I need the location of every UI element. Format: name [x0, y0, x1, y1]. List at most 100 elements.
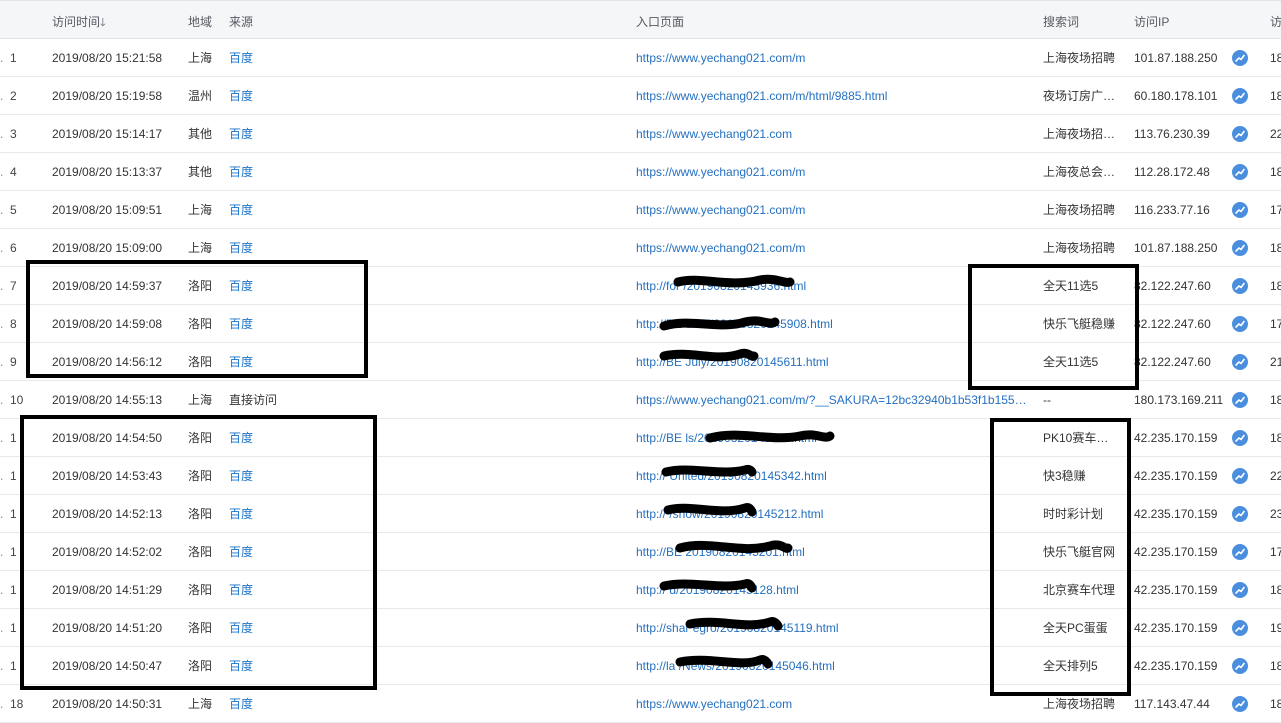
- entry-page-link[interactable]: https://www.yechang021.com/m: [636, 165, 1028, 179]
- trend-chart-icon[interactable]: [1232, 582, 1248, 598]
- visitor-ip: 101.87.188.250: [1134, 51, 1218, 65]
- region: 上海: [188, 51, 213, 65]
- row-edge: .: [0, 127, 4, 141]
- trailing-value: 18: [1270, 279, 1281, 293]
- source-link[interactable]: 百度: [229, 127, 379, 141]
- entry-page-link[interactable]: http://shar egro/20190820145119.html: [636, 621, 1028, 635]
- row-edge: .: [0, 659, 4, 673]
- entry-page-link[interactable]: http://la /News/20190820145046.html: [636, 659, 1028, 673]
- trend-chart-icon[interactable]: [1232, 50, 1248, 66]
- trend-chart-icon[interactable]: [1232, 392, 1248, 408]
- entry-page-link[interactable]: https://www.yechang021.com/m: [636, 241, 1028, 255]
- entry-page-link[interactable]: https://www.yechang021.com/m: [636, 203, 1028, 217]
- source-link: 直接访问: [229, 393, 278, 407]
- sort-down-icon[interactable]: 🡓: [100, 17, 106, 29]
- visitor-ip: 42.235.170.159: [1134, 431, 1218, 445]
- trailing-value: 18: [1270, 165, 1281, 179]
- trend-chart-icon[interactable]: [1232, 506, 1248, 522]
- visitor-ip: 82.122.247.60: [1134, 279, 1211, 293]
- entry-page-link[interactable]: https://www.yechang021.com: [636, 127, 1028, 141]
- source-link[interactable]: 百度: [229, 89, 379, 103]
- trend-line-icon: [1235, 700, 1245, 708]
- search-keyword: 上海夜总会…: [1043, 165, 1116, 179]
- header-last: 访: [1270, 15, 1281, 29]
- trend-chart-icon[interactable]: [1232, 696, 1248, 712]
- trailing-value: 21: [1270, 355, 1281, 369]
- trend-chart-icon[interactable]: [1232, 620, 1248, 636]
- trend-chart-icon[interactable]: [1232, 316, 1248, 332]
- entry-page-link[interactable]: https://www.yechang021.com/m: [636, 51, 1028, 65]
- row-number: 2: [10, 89, 17, 103]
- entry-page-link[interactable]: https://www.yechang021.com/m/html/9885.h…: [636, 89, 1028, 103]
- entry-page-link[interactable]: https://www.yechang021.com: [636, 697, 1028, 711]
- entry-page-link[interactable]: http://BE ls/20190820145449.html: [636, 431, 1028, 445]
- trend-chart-icon[interactable]: [1232, 202, 1248, 218]
- trailing-value: 23: [1270, 507, 1281, 521]
- table-row: . 4 2019/08/20 15:13:37 其他 百度 https://www.yec…: [0, 153, 1281, 191]
- trend-line-icon: [1235, 168, 1245, 176]
- visitor-ip: 180.173.169.211: [1134, 393, 1224, 407]
- trend-line-icon: [1235, 586, 1245, 594]
- header-keyword: 搜索词: [1043, 15, 1080, 29]
- row-number: 5: [10, 203, 17, 217]
- visit-time: 2019/08/20 15:14:17: [52, 127, 163, 141]
- trend-chart-icon[interactable]: [1232, 88, 1248, 104]
- row-edge: .: [0, 393, 4, 407]
- header-visit-time[interactable]: 访问时间🡓: [52, 13, 106, 33]
- source-link[interactable]: 百度: [229, 165, 379, 179]
- row-number: 6: [10, 241, 17, 255]
- table-header: 访问时间🡓 地域 来源 入口页面 搜索词 访问IP 访: [0, 0, 1281, 39]
- visitor-ip: 82.122.247.60: [1134, 317, 1211, 331]
- annotation-box-keyword-2: [990, 418, 1131, 696]
- table-row: . 5 2019/08/20 15:09:51 上海 百度 https://www.yec…: [0, 191, 1281, 229]
- entry-page-link[interactable]: http://BE 20190820145201.html: [636, 545, 1028, 559]
- trend-chart-icon[interactable]: [1232, 278, 1248, 294]
- row-edge: .: [0, 279, 4, 293]
- visitor-ip: 42.235.170.159: [1134, 583, 1218, 597]
- source-link[interactable]: 百度: [229, 697, 379, 711]
- trend-line-icon: [1235, 244, 1245, 252]
- trailing-value: 17: [1270, 317, 1281, 331]
- trend-chart-icon[interactable]: [1232, 164, 1248, 180]
- search-keyword: 上海夜场招聘: [1043, 203, 1116, 217]
- entry-page-link[interactable]: http:// /show/20190820145212.html: [636, 507, 1028, 521]
- visitor-ip: 42.235.170.159: [1134, 469, 1218, 483]
- visit-time: 2019/08/20 14:50:31: [52, 697, 163, 711]
- visitor-ip: 60.180.178.101: [1134, 89, 1218, 103]
- visitor-ip: 42.235.170.159: [1134, 621, 1218, 635]
- visitor-ip: 42.235.170.159: [1134, 507, 1218, 521]
- visit-time: 2019/08/20 15:21:58: [52, 51, 163, 65]
- row-number: 10: [10, 393, 24, 407]
- trend-chart-icon[interactable]: [1232, 354, 1248, 370]
- trend-line-icon: [1235, 320, 1245, 328]
- entry-page-link[interactable]: http:// d/20190820145128.html: [636, 583, 1028, 597]
- row-edge: .: [0, 51, 4, 65]
- visitor-ip: 101.87.188.250: [1134, 241, 1218, 255]
- trend-chart-icon[interactable]: [1232, 126, 1248, 142]
- region: 上海: [188, 393, 213, 407]
- trend-line-icon: [1235, 130, 1245, 138]
- trend-chart-icon[interactable]: [1232, 430, 1248, 446]
- source-link[interactable]: 百度: [229, 203, 379, 217]
- trend-line-icon: [1235, 510, 1245, 518]
- source-link[interactable]: 百度: [229, 241, 379, 255]
- visitor-ip: 42.235.170.159: [1134, 659, 1218, 673]
- trailing-value: 17: [1270, 545, 1281, 559]
- annotation-box-keyword-1: [968, 264, 1139, 390]
- trailing-value: 18: [1270, 241, 1281, 255]
- trend-line-icon: [1235, 472, 1245, 480]
- trend-chart-icon[interactable]: [1232, 468, 1248, 484]
- trend-line-icon: [1235, 54, 1245, 62]
- trailing-value: 22: [1270, 127, 1281, 141]
- entry-page-link[interactable]: https://www.yechang021.com/m/?__SAKURA=1…: [636, 393, 1028, 407]
- row-number: 1: [10, 51, 17, 65]
- region: 上海: [188, 203, 213, 217]
- trend-line-icon: [1235, 434, 1245, 442]
- trend-chart-icon[interactable]: [1232, 658, 1248, 674]
- visit-time: 2019/08/20 14:55:13: [52, 393, 163, 407]
- source-link[interactable]: 百度: [229, 51, 379, 65]
- trend-chart-icon[interactable]: [1232, 544, 1248, 560]
- entry-page-link[interactable]: http:// United/20190820145342.html: [636, 469, 1028, 483]
- trend-line-icon: [1235, 358, 1245, 366]
- trend-chart-icon[interactable]: [1232, 240, 1248, 256]
